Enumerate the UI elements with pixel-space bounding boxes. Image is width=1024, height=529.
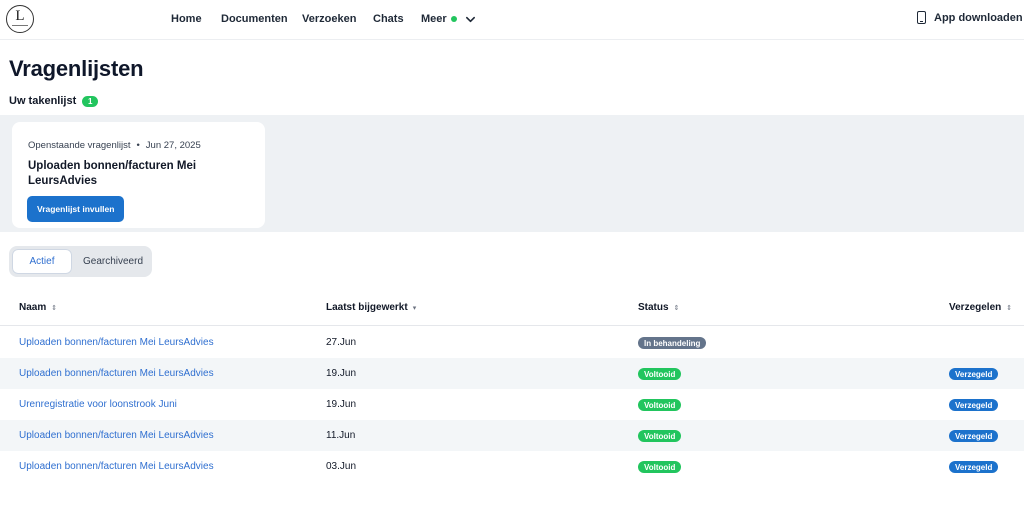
table-header: Naam ⇕ Laatst bijgewerkt ▾ Status ⇕ Verzege… [0,290,1024,326]
task-count-badge: 1 [82,95,99,107]
nav-home[interactable]: Home [171,13,202,25]
task-meta: Openstaande vragenlijst • Jun 27, 2025 [28,140,201,151]
column-header-verzegelen[interactable]: Verzegelen ⇕ [949,302,1012,313]
column-label: Status [638,302,669,313]
logo-underline [12,25,28,26]
company-logo[interactable]: L [6,5,34,33]
column-label: Naam [19,302,47,313]
task-title: Uploaden bonnen/facturen Mei LeursAdvies [28,160,197,187]
app-download-label: App downloaden [934,11,1023,24]
task-list-heading: Uw takenlijst 1 [9,95,99,107]
table-row: Uploaden bonnen/facturen Mei LeursAdvies… [0,358,1024,389]
row-name-link[interactable]: Uploaden bonnen/facturen Mei LeursAdvies [19,430,214,441]
table-row: Urenregistratie voor loonstrook Juni 19.… [0,389,1024,420]
row-name-link[interactable]: Uploaden bonnen/facturen Mei LeursAdvies [19,368,214,379]
row-updated: 19.Jun [326,368,357,379]
status-badge: Voltooid [638,399,682,411]
row-name-link[interactable]: Uploaden bonnen/facturen Mei LeursAdvies [19,337,214,348]
status-badge: Voltooid [638,430,682,442]
nav-documenten[interactable]: Documenten [221,13,288,25]
status-badge: Voltooid [638,461,682,473]
sealed-badge: Verzegeld [949,368,999,380]
row-updated: 27.Jun [326,337,357,348]
sort-desc-icon: ▾ [412,304,417,312]
nav-verzoeken[interactable]: Verzoeken [302,13,356,25]
tab-actief[interactable]: Actief [12,249,72,274]
status-dot [450,16,457,22]
nav-meer[interactable]: Meer [421,13,476,25]
column-header-status[interactable]: Status ⇕ [638,302,679,313]
status-tabs: Actief Gearchiveerd [9,246,152,277]
logo-letter: L [15,8,25,24]
fill-questionnaire-button[interactable]: Vragenlijst invullen [27,196,125,222]
row-updated: 19.Jun [326,399,357,410]
nav-meer-label: Meer [421,13,447,25]
chevron-down-icon[interactable] [465,14,476,25]
column-header-naam[interactable]: Naam ⇕ [19,302,57,313]
column-label: Laatst bijgewerkt [326,302,408,313]
nav-chats[interactable]: Chats [373,13,404,25]
table-row: Uploaden bonnen/facturen Mei LeursAdvies… [0,451,1024,482]
meta-separator: • [136,140,140,151]
page-title: Vragenlijsten [9,56,144,81]
sort-icon: ⇕ [1006,304,1013,312]
task-list-panel: Openstaande vragenlijst • Jun 27, 2025 Upl… [0,115,1024,232]
task-type: Openstaande vragenlijst [28,140,131,151]
sort-icon: ⇕ [673,304,680,312]
app-download-link[interactable]: App downloaden [917,11,1023,24]
task-card: Openstaande vragenlijst • Jun 27, 2025 Upl… [12,122,265,228]
column-label: Verzegelen [949,302,1002,313]
task-date: Jun 27, 2025 [145,140,201,151]
phone-icon [917,11,926,24]
top-navigation-bar: L Home Documenten Verzoeken Chats Meer A… [0,0,1024,40]
tab-gearchiveerd[interactable]: Gearchiveerd [75,249,151,274]
task-list-label: Uw takenlijst [9,95,77,107]
sort-icon: ⇕ [51,304,58,312]
status-badge: Voltooid [638,368,682,380]
row-updated: 11.Jun [326,430,356,441]
table-row: Uploaden bonnen/facturen Mei LeursAdvies… [0,327,1024,358]
sealed-badge: Verzegeld [949,430,999,442]
row-name-link[interactable]: Uploaden bonnen/facturen Mei LeursAdvies [19,461,214,472]
sealed-badge: Verzegeld [949,399,999,411]
row-name-link[interactable]: Urenregistratie voor loonstrook Juni [19,399,177,410]
row-updated: 03.Jun [326,461,357,472]
sealed-badge: Verzegeld [949,461,999,473]
status-badge: In behandeling [638,337,707,349]
table-row: Uploaden bonnen/facturen Mei LeursAdvies… [0,420,1024,451]
column-header-laatst-bijgewerkt[interactable]: Laatst bijgewerkt ▾ [326,302,416,313]
